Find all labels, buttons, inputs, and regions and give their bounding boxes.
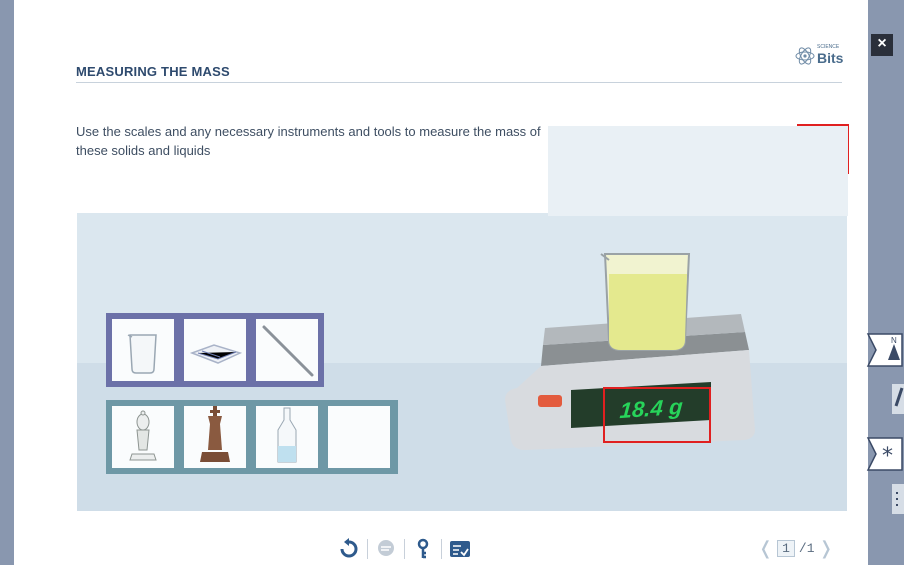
compass-tool[interactable]: N — [866, 332, 904, 373]
chat-icon — [378, 540, 394, 556]
pager: ❬ 1 /1 ❭ — [758, 538, 834, 559]
left-margin — [0, 0, 14, 565]
reset-icon — [340, 538, 358, 558]
svg-text:*: * — [882, 444, 893, 469]
science-bits-logo: SCIENCE Bits — [795, 44, 847, 70]
checklist-icon — [450, 541, 470, 557]
page-current[interactable]: 1 — [777, 540, 795, 557]
activity-instructions: Use the scales and any necessary instrum… — [76, 124, 541, 158]
toolbar-divider — [441, 539, 442, 559]
white-bishop-icon — [129, 410, 157, 461]
empty-slot[interactable] — [328, 406, 390, 468]
toolbar-divider — [404, 539, 405, 559]
logo-name: Bits — [817, 50, 844, 66]
pencil-icon — [892, 384, 904, 414]
cloth-icon — [189, 344, 243, 364]
right-margin — [868, 0, 904, 565]
compass-icon: N — [866, 333, 903, 367]
checklist-button[interactable] — [448, 537, 472, 561]
brown-king-icon — [200, 406, 230, 462]
glass-rod-icon — [262, 325, 314, 377]
glass-rod-tool[interactable] — [256, 319, 318, 381]
close-button[interactable]: × — [871, 34, 893, 56]
reset-button[interactable] — [337, 537, 361, 561]
menu-tool[interactable] — [866, 484, 904, 519]
page-title: MEASURING THE MASS — [76, 64, 230, 79]
hint-button[interactable] — [411, 537, 435, 561]
water-bottle-object[interactable] — [256, 406, 318, 468]
beaker-tool[interactable] — [112, 319, 174, 381]
bottom-toolbar — [337, 536, 472, 562]
prev-page-button[interactable]: ❬ — [758, 538, 773, 559]
atom-icon — [795, 47, 815, 65]
title-divider — [76, 82, 842, 83]
pencil-tool[interactable] — [866, 384, 904, 419]
star-tool[interactable]: * — [866, 436, 904, 477]
power-button[interactable] — [538, 395, 562, 407]
cloth-tool[interactable] — [184, 319, 246, 381]
scale-reading: 18.4 g — [618, 393, 684, 424]
page-total: /1 — [798, 541, 815, 556]
svg-text:N: N — [891, 336, 897, 345]
water-bottle-icon — [277, 407, 297, 463]
white-bishop-object[interactable] — [112, 406, 174, 468]
scene-backdrop — [548, 126, 848, 216]
next-page-button[interactable]: ❭ — [819, 538, 834, 559]
brown-king-object[interactable] — [184, 406, 246, 468]
toolbar-divider — [367, 539, 368, 559]
star-icon: * — [866, 437, 903, 471]
beaker-icon — [127, 334, 157, 374]
objects-tray — [106, 400, 398, 474]
menu-icon — [892, 484, 904, 514]
chat-button[interactable] — [374, 537, 398, 561]
hint-icon — [417, 538, 429, 559]
tools-tray — [106, 313, 324, 387]
